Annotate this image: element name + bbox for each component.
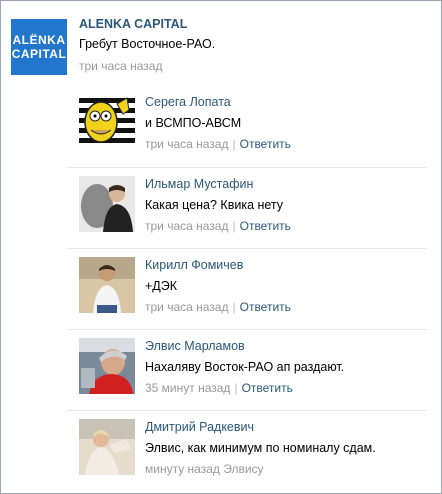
comment-time[interactable]: три часа назад bbox=[145, 137, 228, 151]
post-time[interactable]: три часа назад bbox=[79, 59, 162, 73]
comment-body: Кирилл Фомичев +ДЭК три часа назад | Ответ… bbox=[145, 257, 420, 315]
comment-meta: 35 минут назад | Ответить bbox=[145, 380, 420, 396]
comment-meta: три часа назад | Ответить bbox=[145, 136, 420, 152]
logo-line-1: ALЁNKA bbox=[12, 33, 66, 47]
comment-time[interactable]: 35 минут назад bbox=[145, 381, 230, 395]
meta-separator: | bbox=[232, 219, 236, 233]
comment-item: Серега Лопата и ВСМПО-АВСМ три часа наза… bbox=[67, 86, 427, 167]
comment-text: и ВСМПО-АВСМ bbox=[145, 116, 242, 130]
post-text: Гребут Восточное-РАО. bbox=[79, 37, 216, 51]
comment-meta: три часа назад | Ответить bbox=[145, 299, 420, 315]
comment-author-link[interactable]: Элвис Марламов bbox=[145, 338, 420, 354]
avatar-image bbox=[79, 419, 135, 475]
logo-line-2: CAPITAL bbox=[11, 47, 67, 61]
meta-separator: | bbox=[232, 137, 236, 151]
post-author-link[interactable]: ALENKA CAPITAL bbox=[79, 15, 419, 33]
avatar[interactable] bbox=[79, 257, 135, 313]
avatar-image bbox=[79, 257, 135, 313]
avatar[interactable] bbox=[79, 338, 135, 394]
comment-text: +ДЭК bbox=[145, 279, 178, 293]
avatar[interactable] bbox=[79, 419, 135, 475]
avatar[interactable] bbox=[79, 176, 135, 232]
avatar[interactable] bbox=[79, 94, 135, 150]
comment-body: Серега Лопата и ВСМПО-АВСМ три часа наза… bbox=[145, 94, 420, 152]
comment-meta: три часа назад | Ответить bbox=[145, 218, 420, 234]
meta-separator: | bbox=[232, 300, 236, 314]
comment-body: Дмитрий Радкевич Элвис, как минимум по н… bbox=[145, 419, 420, 477]
group-logo[interactable]: ALЁNKA CAPITAL bbox=[11, 19, 67, 75]
reply-link[interactable]: Ответить bbox=[240, 137, 291, 151]
reply-link[interactable]: Ответить bbox=[240, 219, 291, 233]
post-body: ALENKA CAPITAL Гребут Восточное-РАО. три… bbox=[79, 15, 419, 74]
comment-item: Элвис Марламов Нахаляву Восток-РАО ап ра… bbox=[67, 329, 427, 411]
comment-time[interactable]: три часа назад bbox=[145, 219, 228, 233]
comment-item: Дмитрий Радкевич Элвис, как минимум по н… bbox=[67, 410, 427, 492]
comment-meta: минуту назад Элвису bbox=[145, 461, 420, 477]
avatar-image bbox=[79, 94, 135, 150]
comment-time[interactable]: три часа назад bbox=[145, 300, 228, 314]
comment-author-link[interactable]: Серега Лопата bbox=[145, 94, 420, 110]
comment-body: Элвис Марламов Нахаляву Восток-РАО ап ра… bbox=[145, 338, 420, 396]
comment-author-link[interactable]: Кирилл Фомичев bbox=[145, 257, 420, 273]
comment-item: Кирилл Фомичев +ДЭК три часа назад | Ответ… bbox=[67, 248, 427, 330]
comment-body: Ильмар Мустафин Какая цена? Квика нету т… bbox=[145, 176, 420, 234]
avatar-image bbox=[79, 176, 135, 232]
comment-author-link[interactable]: Дмитрий Радкевич bbox=[145, 419, 420, 435]
comment-text: Нахаляву Восток-РАО ап раздают. bbox=[145, 360, 345, 374]
comment-time[interactable]: минуту назад Элвису bbox=[145, 462, 264, 476]
comment-text: Какая цена? Квика нету bbox=[145, 198, 284, 212]
avatar-image bbox=[79, 338, 135, 394]
reply-link[interactable]: Ответить bbox=[240, 300, 291, 314]
meta-separator: | bbox=[234, 381, 238, 395]
comment-author-link[interactable]: Ильмар Мустафин bbox=[145, 176, 420, 192]
post-meta: три часа назад bbox=[79, 58, 419, 74]
reply-link[interactable]: Ответить bbox=[242, 381, 293, 395]
comment-text: Элвис, как минимум по номиналу сдам. bbox=[145, 441, 376, 455]
comment-item: Ильмар Мустафин Какая цена? Квика нету т… bbox=[67, 167, 427, 249]
feed-frame: ALЁNKA CAPITAL ALENKA CAPITAL Гребут Вос… bbox=[0, 0, 442, 494]
